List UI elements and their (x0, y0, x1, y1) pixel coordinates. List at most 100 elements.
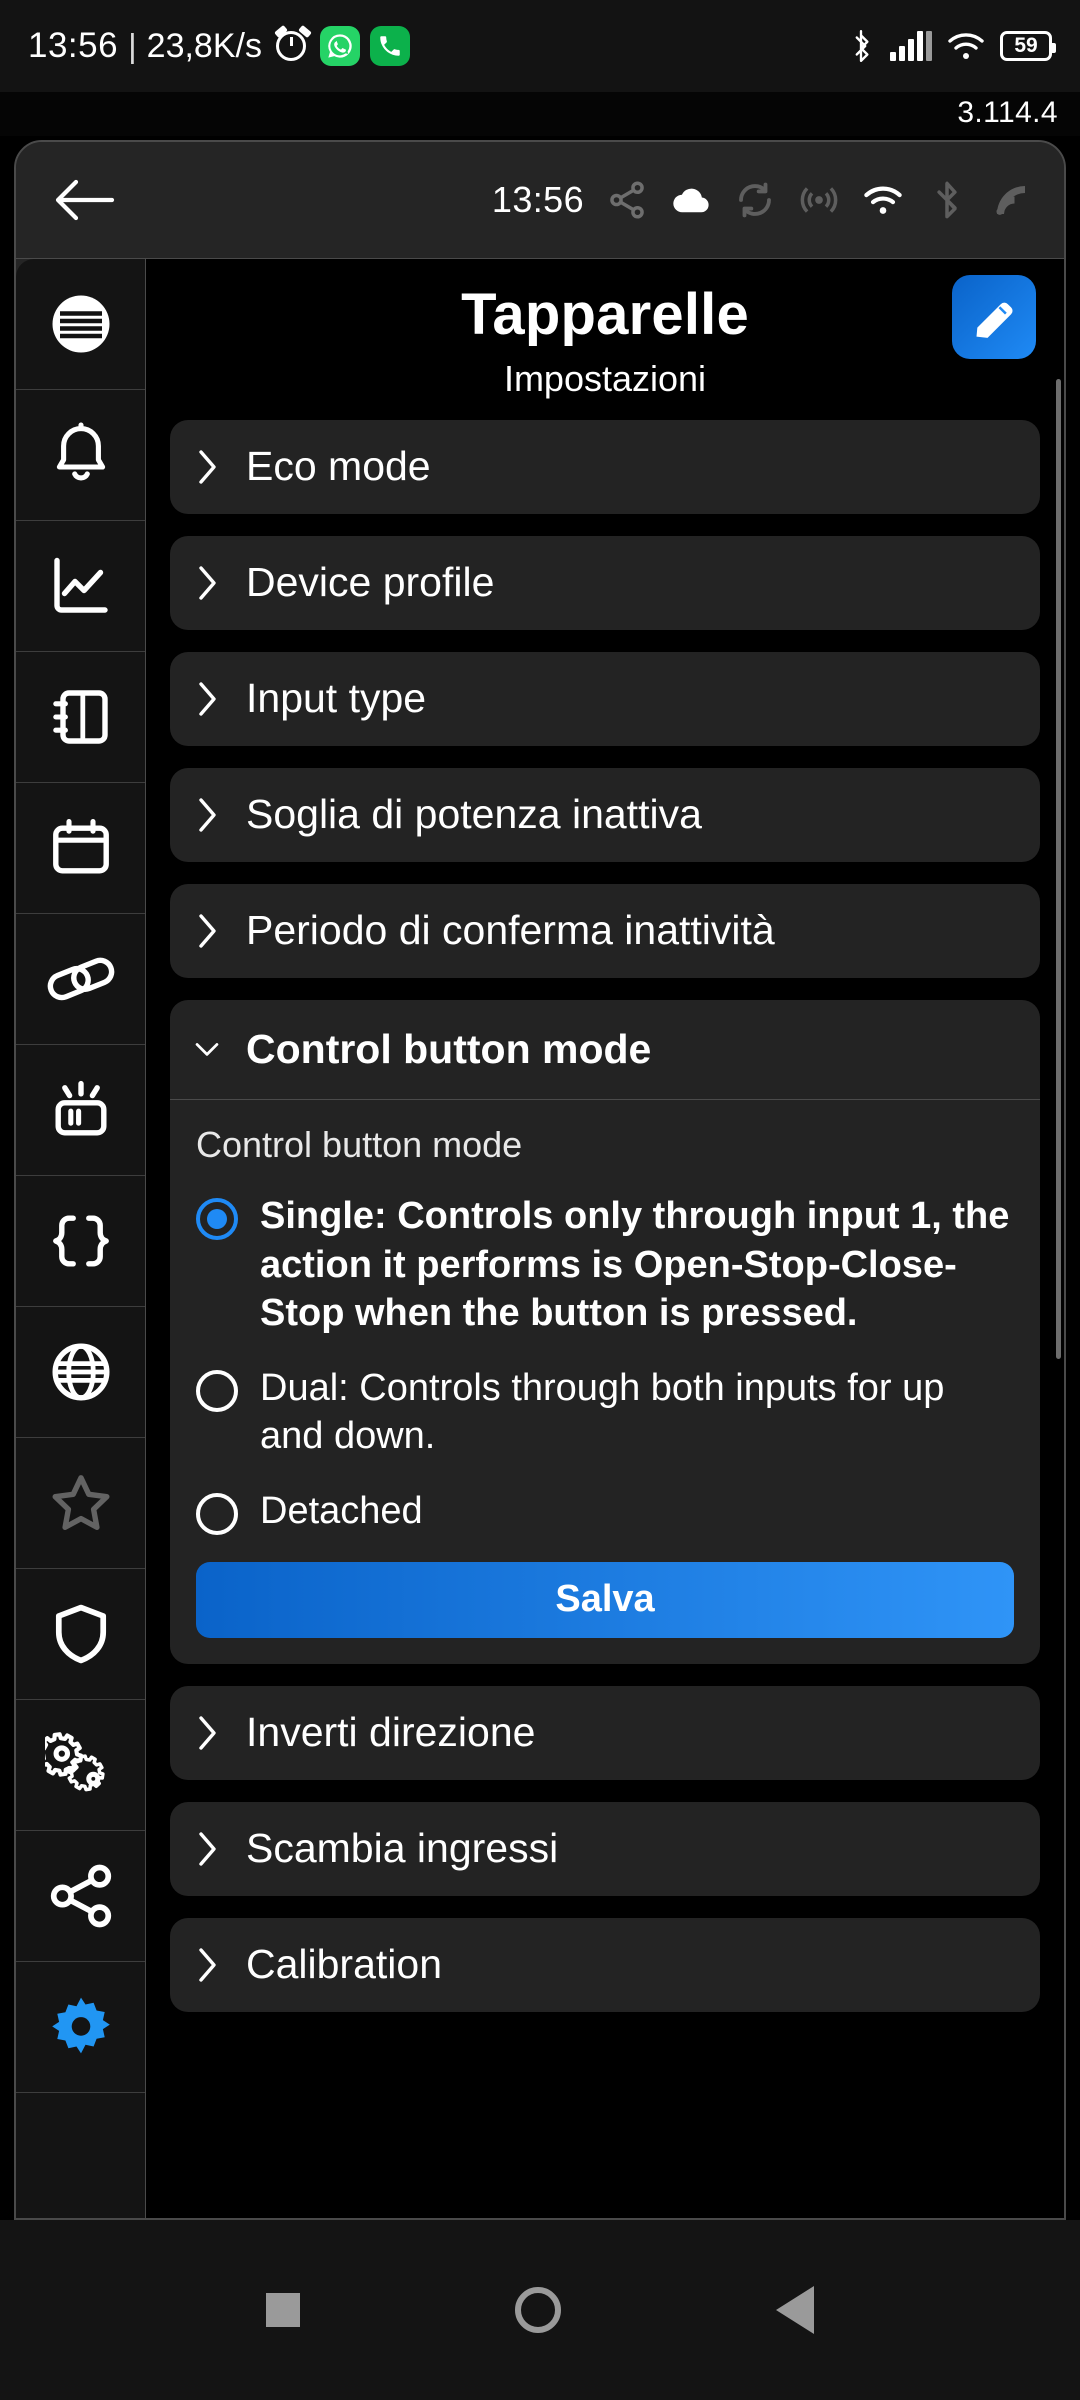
radio-button-icon[interactable] (196, 1493, 238, 1536)
gear-icon (51, 1997, 110, 2054)
radio-button-icon[interactable] (196, 1197, 238, 1240)
device-rays-icon (55, 1080, 106, 1136)
settings-row-device-profile[interactable]: Device profile (170, 535, 1040, 630)
broadcast-icon (800, 187, 838, 213)
status-bar-separator: | (128, 27, 137, 64)
settings-row-inactivity-period[interactable]: Periodo di conferma inattività (170, 883, 1040, 978)
whatsapp-icon (319, 26, 360, 66)
content-header: Tapparelle Impostazioni (146, 259, 1064, 400)
list-circle-icon (52, 295, 109, 353)
settings-row-label: Calibration (246, 1941, 442, 1988)
bluetooth-icon (937, 181, 957, 219)
control-button-mode-title: Control button mode (246, 1025, 652, 1072)
share-nodes-icon (610, 181, 644, 219)
status-bar-clock: 13:56 (28, 26, 119, 65)
settings-row-eco-mode[interactable]: Eco mode (170, 419, 1040, 514)
content-scrollbar[interactable] (1056, 379, 1061, 1359)
sidebar-item-statistics[interactable] (16, 521, 145, 652)
sidebar-item-device[interactable] (16, 1045, 145, 1176)
screen-root: 13:56 | 23,8K/s 59 3.114.4 13:56 Tappare… (0, 0, 1080, 2400)
chevron-right-icon (194, 1946, 220, 1984)
sidebar-item-advanced[interactable] (16, 1700, 145, 1831)
edit-button[interactable] (952, 275, 1036, 359)
cloud-icon (673, 188, 709, 213)
settings-row-label: Periodo di conferma inattività (246, 907, 775, 954)
status-bar-left: 13:56 | 23,8K/s (28, 24, 410, 66)
control-button-mode-field-label: Control button mode (196, 1123, 523, 1165)
double-gears-icon (44, 1732, 105, 1792)
chain-link-icon (47, 957, 114, 1001)
android-navigation-bar (0, 2220, 1080, 2400)
status-bar-right: 59 (848, 29, 1056, 63)
settings-row-label: Soglia di potenza inattiva (246, 791, 702, 838)
radio-option-single[interactable]: Single: Controls only through input 1, t… (196, 1192, 1014, 1338)
settings-list: Eco mode Device profile Input type Sogli… (146, 419, 1064, 2012)
alarm-icon (274, 24, 312, 63)
control-button-mode-header[interactable]: Control button mode (170, 1000, 1040, 1100)
app-toolbar: 13:56 (16, 142, 1064, 258)
settings-row-label: Input type (246, 675, 427, 722)
wifi-icon (948, 33, 984, 59)
app-window: 13:56 Tapparelle Impostazioni Eco mode D… (14, 140, 1066, 2220)
status-bar-network-speed: 23,8K/s (146, 26, 262, 65)
sidebar-item-sharing[interactable] (16, 1831, 145, 1962)
settings-row-power-threshold[interactable]: Soglia di potenza inattiva (170, 767, 1040, 862)
chevron-right-icon (194, 1830, 220, 1868)
sidebar-item-network[interactable] (16, 1307, 145, 1438)
line-chart-icon (53, 557, 108, 613)
shield-icon (55, 1604, 106, 1664)
settings-row-swap-inputs[interactable]: Scambia ingressi (170, 1801, 1040, 1896)
signal-waves-icon (996, 186, 1025, 215)
bell-icon (56, 422, 105, 481)
app-toolbar-time: 13:56 (491, 179, 584, 220)
settings-row-invert-direction[interactable]: Inverti direzione (170, 1685, 1040, 1780)
recents-square-button[interactable] (266, 2293, 300, 2327)
settings-row-input-type[interactable]: Input type (170, 651, 1040, 746)
chevron-down-icon (194, 1038, 220, 1060)
app-toolbar-status: 13:56 (492, 179, 1040, 221)
settings-row-label: Eco mode (246, 443, 431, 490)
page-title: Tapparelle (461, 282, 749, 347)
radio-option-label: Dual: Controls through both inputs for u… (260, 1366, 945, 1458)
home-circle-button[interactable] (515, 2287, 561, 2333)
sidebar-item-links[interactable] (16, 914, 145, 1045)
sidebar-item-json[interactable] (16, 1176, 145, 1307)
sidebar-item-settings[interactable] (16, 1962, 145, 2093)
chevron-right-icon (194, 448, 220, 486)
control-button-mode-card: Control button mode Control button mode … (170, 999, 1040, 1664)
save-button[interactable]: Salva (196, 1561, 1014, 1638)
wifi-icon (864, 186, 902, 214)
back-triangle-button[interactable] (776, 2286, 814, 2334)
cellular-signal-icon (890, 31, 932, 61)
sync-icon (739, 182, 771, 218)
globe-icon (51, 1343, 110, 1401)
sidebar-item-security[interactable] (16, 1569, 145, 1700)
back-arrow-icon[interactable] (54, 172, 116, 228)
bluetooth-icon (855, 29, 869, 63)
settings-row-label: Inverti direzione (246, 1709, 536, 1756)
chevron-right-icon (194, 564, 220, 602)
battery-icon: 59 (1000, 31, 1056, 61)
settings-row-label: Scambia ingressi (246, 1825, 559, 1872)
radio-button-icon[interactable] (196, 1369, 238, 1412)
share-nodes-icon (50, 1864, 111, 1928)
sidebar-item-notifications[interactable] (16, 390, 145, 521)
settings-row-label: Device profile (246, 559, 495, 606)
settings-content: Tapparelle Impostazioni Eco mode Device … (146, 259, 1064, 2218)
settings-row-calibration[interactable]: Calibration (170, 1917, 1040, 2012)
chevron-right-icon (194, 912, 220, 950)
sidebar-item-favorites[interactable] (16, 1438, 145, 1569)
radio-option-detached[interactable]: Detached (196, 1487, 1014, 1536)
sidebar (16, 259, 146, 2218)
radio-option-label: Detached (260, 1490, 423, 1533)
radio-option-dual[interactable]: Dual: Controls through both inputs for u… (196, 1364, 1014, 1461)
save-button-label: Salva (555, 1578, 655, 1621)
system-status-bar: 13:56 | 23,8K/s 59 (0, 0, 1080, 92)
sidebar-item-overview[interactable] (16, 259, 145, 390)
chevron-right-icon (194, 796, 220, 834)
sidebar-item-schedule[interactable] (16, 783, 145, 914)
notebook-icon (52, 690, 108, 744)
calendar-icon (52, 819, 109, 874)
battery-percent-label: 59 (1014, 34, 1038, 57)
sidebar-item-notebook[interactable] (16, 652, 145, 783)
